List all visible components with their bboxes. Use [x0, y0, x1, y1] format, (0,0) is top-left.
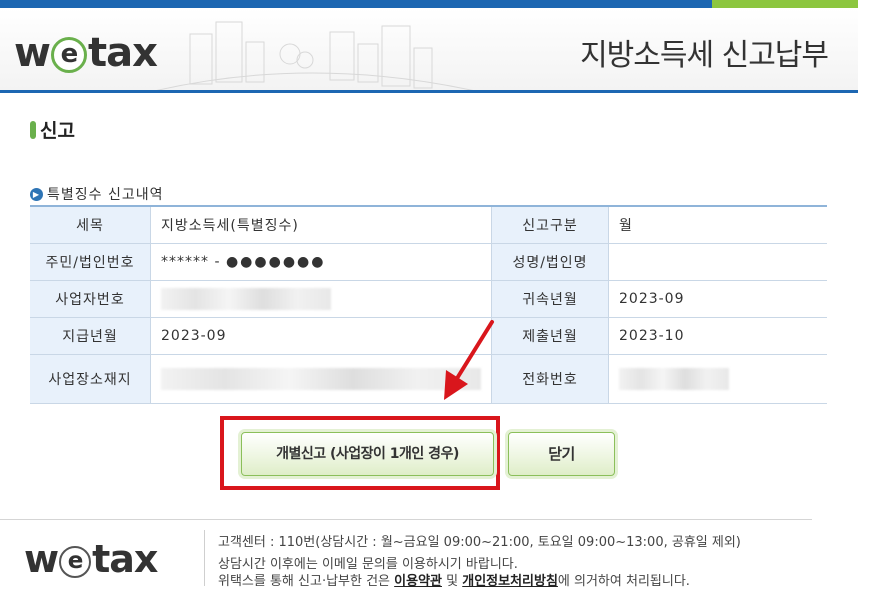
- footer-terms-post: 에 의거하여 처리됩니다.: [557, 574, 690, 589]
- table-row: 사업자번호 귀속년월 2023-09: [30, 280, 827, 318]
- terms-link[interactable]: 이용약관: [394, 574, 442, 589]
- section-title-text: 신고: [40, 120, 75, 142]
- footer-terms-notice: 위택스를 통해 신고·납부한 건은 이용약관 및 개인정보처리방침에 의거하여 …: [218, 570, 690, 589]
- label-payment-month: 지급년월: [30, 317, 151, 355]
- page-title: 지방소득세 신고납부: [580, 38, 829, 73]
- wetax-logo[interactable]: w e tax: [14, 30, 158, 76]
- top-accent-bar: [712, 0, 858, 8]
- subsection-title-text: 특별징수 신고내역: [47, 187, 164, 203]
- label-business-number: 사업자번호: [30, 280, 151, 318]
- value-phone: [608, 354, 827, 404]
- redacted-business-number: [161, 288, 331, 310]
- footer-vertical-divider: [204, 530, 205, 586]
- footer-terms-pre: 위택스를 통해 신고·납부한 건은: [218, 574, 395, 589]
- bullet-arrow-icon: ▶: [30, 187, 43, 201]
- value-resident-number: ****** - ●●●●●●●: [150, 243, 492, 281]
- label-tax-item: 세목: [30, 206, 151, 244]
- label-business-address: 사업장소재지: [30, 354, 151, 404]
- logo-e-mark: e: [50, 37, 87, 73]
- subsection-title: ▶ 특별징수 신고내역: [30, 184, 164, 204]
- value-submission-month: 2023-10: [608, 317, 827, 355]
- resident-number-stars: ****** -: [161, 254, 226, 270]
- privacy-policy-link[interactable]: 개인정보처리방침: [462, 574, 558, 589]
- city-illustration: [156, 21, 473, 90]
- label-resident-number: 주민/법인번호: [30, 243, 151, 281]
- value-tax-item: 지방소득세(특별징수): [150, 206, 492, 244]
- footer-wetax-logo: w e tax: [24, 537, 158, 581]
- value-business-number: [150, 280, 492, 318]
- label-report-type: 신고구분: [491, 206, 609, 244]
- close-button[interactable]: 닫기: [508, 432, 615, 476]
- section-title: 신고: [30, 116, 75, 143]
- table-row: 주민/법인번호 ****** - ●●●●●●● 성명/법인명: [30, 243, 827, 281]
- footer-divider: [0, 519, 812, 520]
- label-attribution-month: 귀속년월: [491, 280, 609, 318]
- redacted-phone: [619, 368, 729, 390]
- footer-customer-center: 고객센터 : 110번(상담시간 : 월~금요일 09:00~21:00, 토요…: [218, 535, 741, 550]
- section-marker-icon: [30, 121, 36, 139]
- individual-report-button[interactable]: 개별신고 (사업장이 1개인 경우): [241, 432, 494, 476]
- footer-logo-e-mark: e: [59, 545, 92, 578]
- red-arrow-annotation: [444, 320, 494, 400]
- label-name: 성명/법인명: [491, 243, 609, 281]
- value-attribution-month: 2023-09: [608, 280, 827, 318]
- value-report-type: 월: [608, 206, 827, 244]
- table-row: 세목 지방소득세(특별징수) 신고구분 월: [30, 206, 827, 244]
- value-name: [608, 243, 827, 281]
- footer-terms-mid: 및: [442, 574, 463, 589]
- resident-number-dots: ●●●●●●●: [225, 254, 326, 270]
- header-divider: [0, 90, 858, 93]
- page-header: w e tax 지방소득세 신고납부: [0, 8, 858, 91]
